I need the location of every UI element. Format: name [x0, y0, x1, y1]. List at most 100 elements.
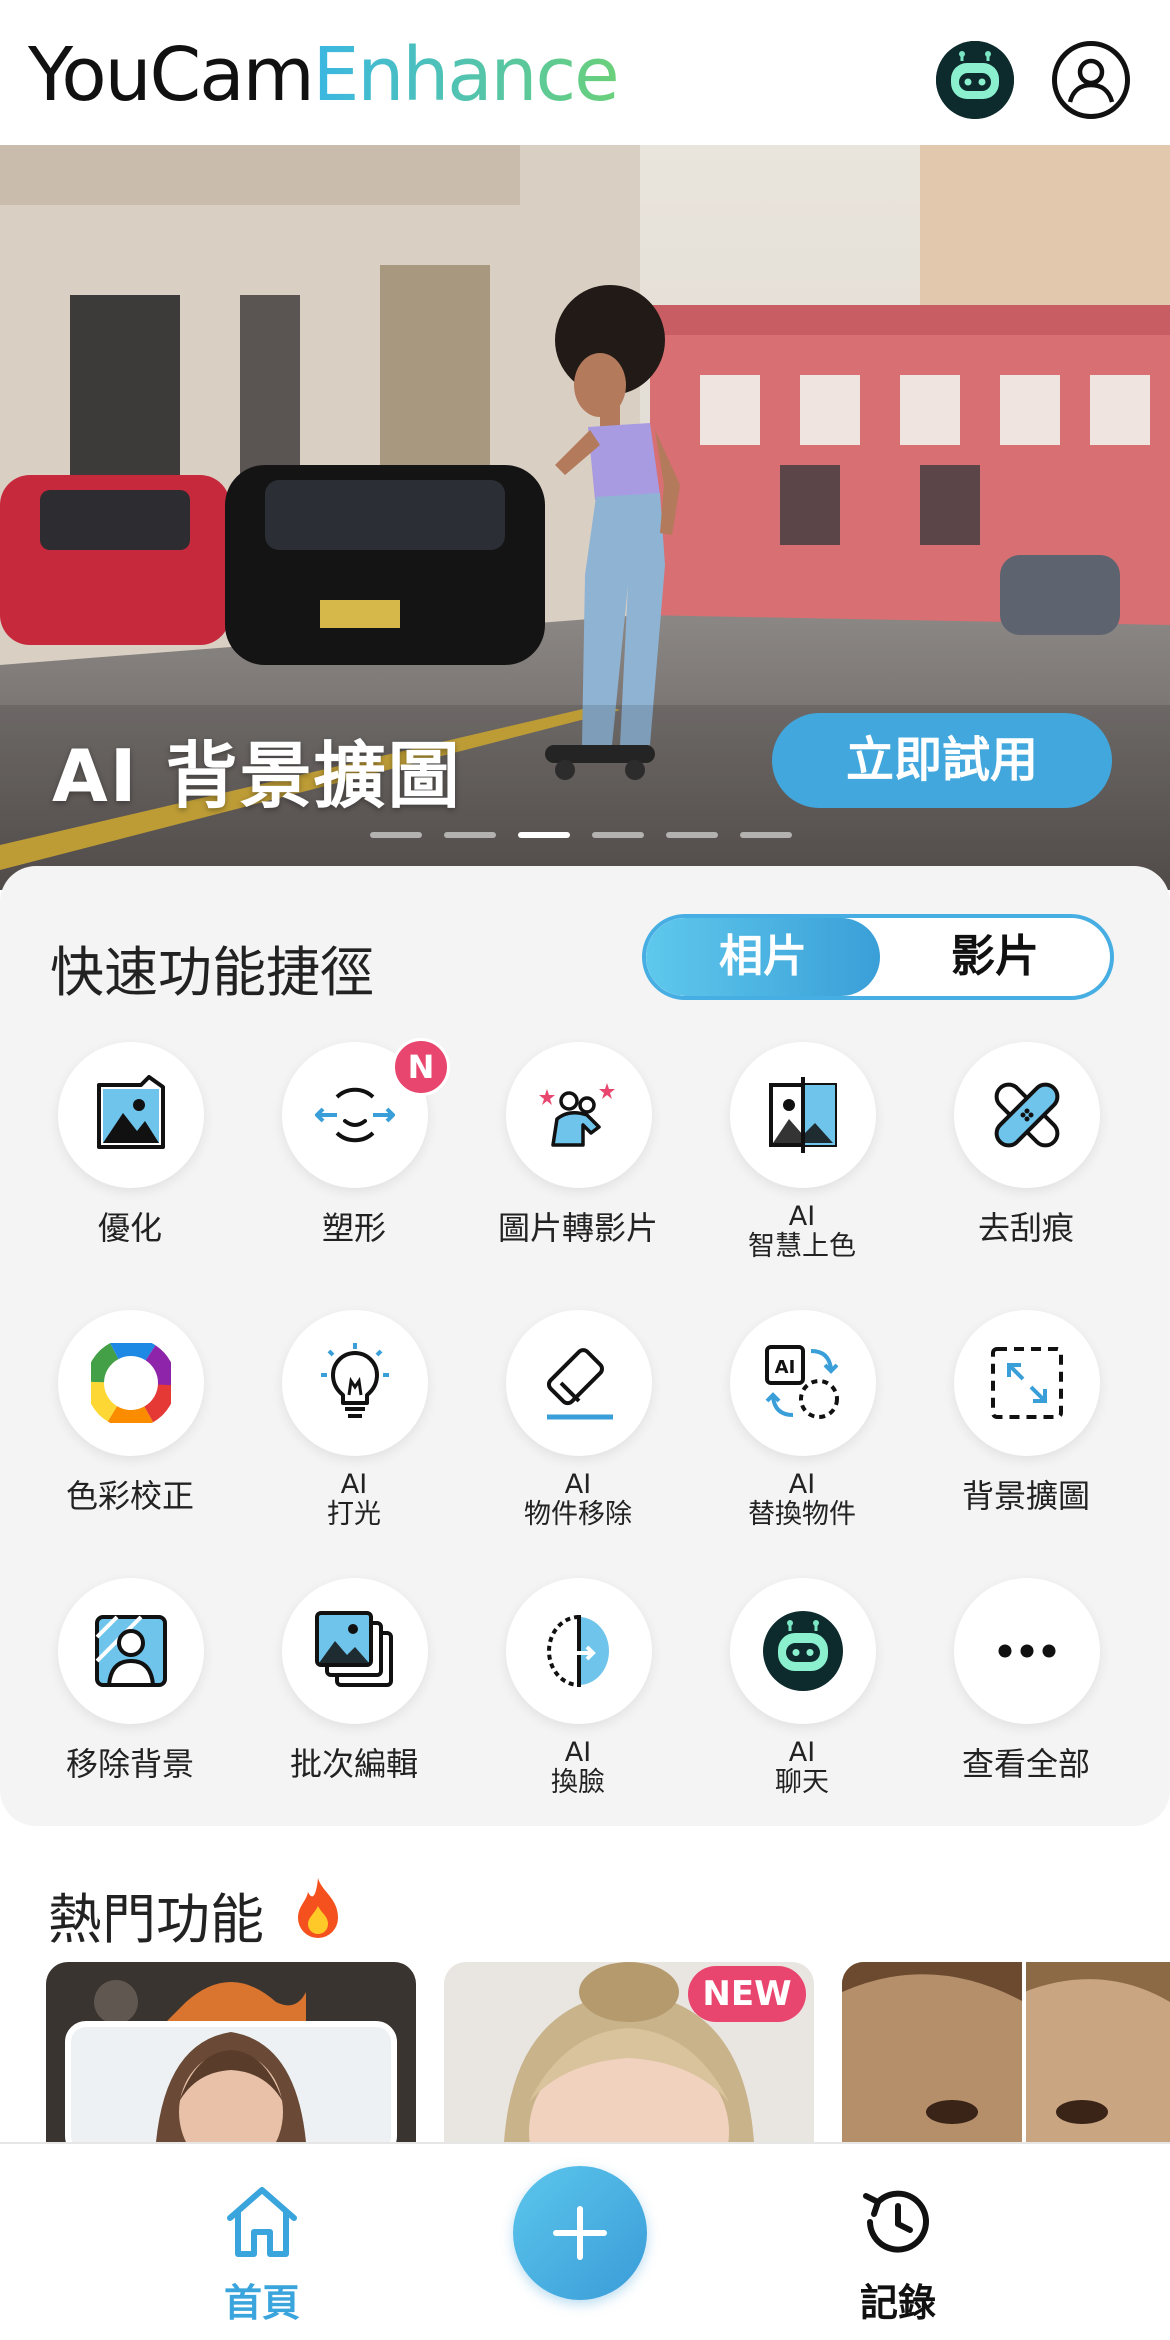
tool-ai-replace-object[interactable]: AI AI 替換物件: [690, 1310, 914, 1550]
bandage-icon: [994, 1082, 1060, 1148]
robot-face-icon: [763, 1611, 843, 1691]
try-now-button[interactable]: 立即試用: [772, 713, 1112, 808]
tool-label-line2: 聊天: [775, 1767, 829, 1798]
new-label-badge: NEW: [688, 1966, 806, 2022]
tool-ai-lighting[interactable]: AI 打光: [242, 1310, 466, 1550]
photo-enhance-icon: [97, 1075, 165, 1149]
tool-ai-colorize[interactable]: AI 智慧上色: [690, 1042, 914, 1282]
color-wheel-icon: [91, 1343, 171, 1423]
nav-home[interactable]: 首頁: [162, 2144, 362, 2340]
tool-icon-circle: [58, 1310, 204, 1456]
bottom-navigation: 首頁 記錄: [0, 2142, 1170, 2338]
profile-button[interactable]: [1052, 41, 1130, 119]
tool-icon-circle: AI: [730, 1310, 876, 1456]
tool-ai-face-swap[interactable]: AI 換臉: [466, 1578, 690, 1818]
tool-label: AI 物件移除: [466, 1470, 690, 1530]
tool-label: 塑形: [321, 1209, 386, 1247]
banner-title: AI 背景擴圖: [52, 734, 462, 818]
tool-icon-circle: [58, 1042, 204, 1188]
tool-photo-to-video[interactable]: 圖片轉影片: [466, 1042, 690, 1282]
batch-edit-icon: [315, 1611, 393, 1687]
tool-label-line1: AI: [788, 1737, 816, 1768]
toggle-video[interactable]: 影片: [880, 918, 1110, 996]
card-thumbnail: [842, 1962, 1170, 2142]
face-reshape-icon: [315, 1087, 395, 1143]
ai-chat-button[interactable]: [936, 41, 1014, 119]
carousel-indicator: [370, 832, 792, 838]
tool-label: 圖片轉影片: [497, 1209, 658, 1247]
tool-label-line2: 換臉: [551, 1767, 605, 1798]
robot-face-icon: [936, 41, 1014, 119]
tool-icon-circle: [506, 1042, 652, 1188]
svg-text:AI: AI: [775, 1357, 796, 1378]
tool-label: 去刮痕: [977, 1209, 1074, 1247]
app-logo: YouCamEnhance: [28, 30, 620, 120]
colorize-icon: [769, 1077, 837, 1153]
media-type-toggle: 相片 影片: [642, 914, 1114, 1000]
tool-label: AI 智慧上色: [690, 1202, 914, 1262]
replace-object-icon: AI: [765, 1345, 839, 1419]
tool-icon-circle: [506, 1578, 652, 1724]
tool-enhance[interactable]: 優化: [18, 1042, 242, 1282]
plus-icon: [553, 2206, 607, 2260]
carousel-dot[interactable]: [666, 832, 718, 838]
tool-remove-background[interactable]: 移除背景: [18, 1578, 242, 1818]
tool-label: AI 聊天: [690, 1738, 914, 1798]
user-avatar-icon: [1067, 58, 1115, 103]
tool-icon-circle: [506, 1310, 652, 1456]
tool-background-expand[interactable]: 背景擴圖: [914, 1310, 1138, 1550]
remove-background-icon: [95, 1615, 167, 1687]
tool-label: 批次編輯: [289, 1745, 418, 1783]
carousel-dot[interactable]: [370, 832, 422, 838]
logo-youcam: YouCam: [28, 32, 315, 118]
add-button[interactable]: [513, 2166, 647, 2300]
tool-scratch-removal[interactable]: 去刮痕: [914, 1042, 1138, 1282]
tool-label-line2: 智慧上色: [748, 1231, 856, 1262]
card-thumbnail: [46, 1962, 416, 2142]
tool-color-correction[interactable]: 色彩校正: [18, 1310, 242, 1550]
tool-ai-object-removal[interactable]: AI 物件移除: [466, 1310, 690, 1550]
tool-label: 背景擴圖: [961, 1477, 1090, 1515]
expand-frame-icon: [991, 1347, 1063, 1419]
toggle-photo[interactable]: 相片: [646, 918, 880, 996]
face-swap-icon: [547, 1614, 609, 1688]
tool-label-line1: AI: [340, 1469, 368, 1500]
tool-label: AI 打光: [242, 1470, 466, 1530]
promo-banner[interactable]: AI 背景擴圖 立即試用: [0, 145, 1170, 890]
carousel-dot[interactable]: [444, 832, 496, 838]
carousel-dot-active[interactable]: [518, 832, 570, 838]
tool-label: 色彩校正: [65, 1477, 194, 1515]
eraser-icon: [546, 1348, 613, 1420]
tool-label-line1: AI: [564, 1469, 592, 1500]
tool-label-line2: 打光: [327, 1499, 381, 1530]
tool-label: AI 換臉: [466, 1738, 690, 1798]
nav-home-label: 首頁: [223, 2281, 300, 2325]
carousel-dot[interactable]: [740, 832, 792, 838]
nav-records[interactable]: 記錄: [798, 2144, 998, 2340]
fire-icon: [298, 1878, 338, 1938]
hot-feature-card[interactable]: [46, 1962, 416, 2142]
light-bulb-icon: [321, 1343, 389, 1418]
tool-label: 移除背景: [65, 1745, 194, 1783]
tool-icon-circle: [282, 1578, 428, 1724]
tool-reshape[interactable]: N 塑形: [242, 1038, 466, 1282]
quick-features-title: 快速功能捷徑: [50, 941, 374, 1004]
tool-icon-circle: [58, 1578, 204, 1724]
tool-label: 優化: [97, 1209, 162, 1247]
tool-label-line1: AI: [564, 1737, 592, 1768]
hot-features-title: 熱門功能: [48, 1888, 264, 1951]
tool-ai-chat[interactable]: AI 聊天: [690, 1578, 914, 1818]
tool-icon-circle: [730, 1578, 876, 1724]
more-dots-icon: [998, 1644, 1056, 1658]
tool-icon-circle: [954, 1578, 1100, 1724]
carousel-dot[interactable]: [592, 832, 644, 838]
logo-enhance: Enhance: [312, 32, 620, 118]
tool-batch-edit[interactable]: 批次編輯: [242, 1578, 466, 1818]
quick-features-panel: 快速功能捷徑 相片 影片 優化 N 塑形 圖片轉影片 AI 智慧上色 去刮痕 色…: [0, 866, 1170, 1826]
tool-icon-circle: [954, 1042, 1100, 1188]
tool-view-all[interactable]: 查看全部: [914, 1578, 1138, 1818]
tool-label: 查看全部: [961, 1745, 1090, 1783]
tool-label-line1: AI: [788, 1469, 816, 1500]
hot-feature-card[interactable]: [842, 1962, 1170, 2142]
tool-icon-circle: [282, 1310, 428, 1456]
